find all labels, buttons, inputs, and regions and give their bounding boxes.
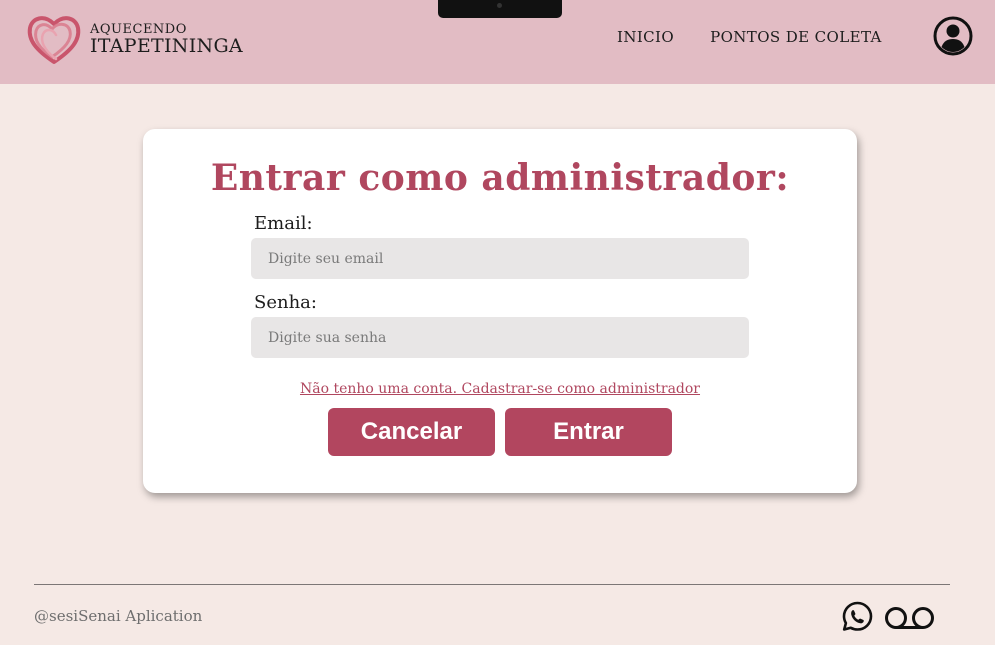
email-input[interactable] bbox=[251, 238, 749, 279]
voicemail-icon[interactable] bbox=[884, 604, 936, 632]
footer-divider bbox=[34, 584, 950, 585]
login-card: Entrar como administrador: Email: Senha:… bbox=[143, 129, 857, 493]
logo[interactable]: AQUECENDO ITAPETININGA bbox=[26, 10, 243, 68]
login-title: Entrar como administrador: bbox=[210, 157, 790, 199]
password-input[interactable] bbox=[251, 317, 749, 358]
footer-credit: @sesiSenai Aplication bbox=[34, 607, 203, 625]
cancel-button[interactable]: Cancelar bbox=[328, 408, 495, 456]
whatsapp-icon[interactable] bbox=[841, 600, 874, 633]
register-admin-link[interactable]: Não tenho uma conta. Cadastrar-se como a… bbox=[143, 381, 857, 397]
logo-text: AQUECENDO ITAPETININGA bbox=[90, 23, 243, 56]
nav-link-pontos-de-coleta[interactable]: PONTOS DE COLETA bbox=[710, 28, 882, 46]
logo-line-itapetininga: ITAPETININGA bbox=[90, 34, 243, 57]
heart-logo-icon bbox=[27, 16, 81, 64]
email-label: Email: bbox=[254, 213, 313, 234]
camera-notch bbox=[438, 0, 562, 18]
user-circle-icon[interactable] bbox=[933, 16, 973, 56]
nav-link-inicio[interactable]: INICIO bbox=[617, 28, 674, 46]
password-label: Senha: bbox=[254, 292, 317, 313]
enter-button[interactable]: Entrar bbox=[505, 408, 672, 456]
logo-line-aquecendo: AQUECENDO bbox=[90, 21, 187, 37]
main-nav: INICIO PONTOS DE COLETA bbox=[617, 28, 882, 46]
header: AQUECENDO ITAPETININGA INICIO PONTOS DE … bbox=[0, 0, 995, 84]
